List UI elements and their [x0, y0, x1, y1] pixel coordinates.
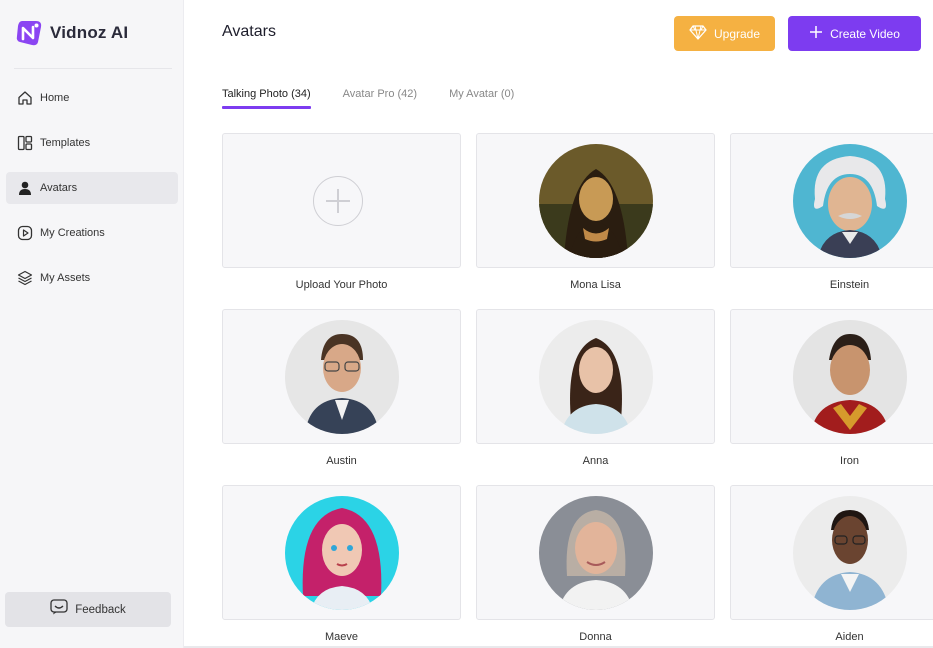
sidebar-item-label: Avatars	[40, 182, 78, 194]
avatar-name: Mona Lisa	[570, 279, 621, 291]
upgrade-button[interactable]: Upgrade	[674, 16, 775, 51]
layers-icon	[16, 269, 34, 287]
sidebar-item-label: Home	[40, 92, 70, 104]
avatar-name: Maeve	[324, 631, 359, 643]
user-icon	[16, 179, 34, 197]
avatar-card-austin[interactable]	[222, 309, 461, 444]
aiden-portrait	[793, 496, 907, 610]
diamond-icon	[689, 24, 707, 43]
home-icon	[16, 89, 34, 107]
sidebar-item-avatars[interactable]: Avatars	[6, 172, 178, 204]
avatar-card-anna[interactable]	[476, 309, 715, 444]
sidebar-divider	[14, 68, 172, 69]
create-video-label: Create Video	[830, 26, 900, 41]
donna-portrait	[539, 496, 653, 610]
avatar-name: Iron	[840, 455, 859, 467]
avatar-card-iron[interactable]	[730, 309, 933, 444]
sidebar-nav: Home Templates Avatars My Creations My A…	[6, 82, 178, 307]
avatar-name: Aiden	[835, 631, 864, 643]
avatar-card-donna[interactable]	[476, 485, 715, 620]
add-photo-icon	[313, 176, 363, 226]
sidebar-item-label: My Assets	[40, 272, 91, 284]
feedback-button[interactable]: Feedback	[5, 592, 171, 627]
avatar-card-aiden[interactable]	[730, 485, 933, 620]
tab-talking-photo[interactable]: Talking Photo (34)	[222, 88, 311, 109]
sidebar: Vidnoz AI Home Templates Avatars My Crea…	[0, 0, 184, 648]
avatar-card-einstein[interactable]	[730, 133, 933, 268]
app-name: Vidnoz AI	[50, 23, 129, 42]
iron-portrait	[793, 320, 907, 434]
feedback-label: Feedback	[75, 603, 126, 616]
page-title: Avatars	[222, 23, 276, 40]
feedback-icon	[50, 599, 68, 620]
austin-portrait	[285, 320, 399, 434]
maeve-portrait	[285, 496, 399, 610]
mona-lisa-portrait	[539, 144, 653, 258]
tab-my-avatar[interactable]: My Avatar (0)	[449, 88, 514, 109]
sidebar-item-home[interactable]: Home	[6, 82, 178, 114]
sidebar-item-my-creations[interactable]: My Creations	[6, 217, 178, 249]
sidebar-item-my-assets[interactable]: My Assets	[6, 262, 178, 294]
create-video-button[interactable]: Create Video	[788, 16, 921, 51]
avatar-name: Donna	[579, 631, 612, 643]
vidnoz-logo-icon	[14, 18, 44, 48]
sidebar-item-label: My Creations	[40, 227, 105, 239]
upgrade-label: Upgrade	[713, 26, 761, 41]
einstein-portrait	[793, 144, 907, 258]
avatar-name: Anna	[582, 455, 609, 467]
sidebar-item-label: Templates	[40, 137, 91, 149]
avatar-card-maeve[interactable]	[222, 485, 461, 620]
avatar-name: Upload Your Photo	[295, 279, 388, 291]
avatar-card-mona-lisa[interactable]	[476, 133, 715, 268]
sidebar-item-templates[interactable]: Templates	[6, 127, 178, 159]
app-logo[interactable]: Vidnoz AI	[14, 18, 128, 48]
templates-icon	[16, 134, 34, 152]
avatar-tabs: Talking Photo (34) Avatar Pro (42) My Av…	[222, 88, 546, 109]
avatar-name: Austin	[326, 455, 357, 467]
anna-portrait	[539, 320, 653, 434]
tab-avatar-pro[interactable]: Avatar Pro (42)	[343, 88, 417, 109]
plus-icon	[809, 25, 823, 42]
avatar-name: Einstein	[829, 279, 870, 291]
upload-photo-card[interactable]	[222, 133, 461, 268]
play-circle-icon	[16, 224, 34, 242]
